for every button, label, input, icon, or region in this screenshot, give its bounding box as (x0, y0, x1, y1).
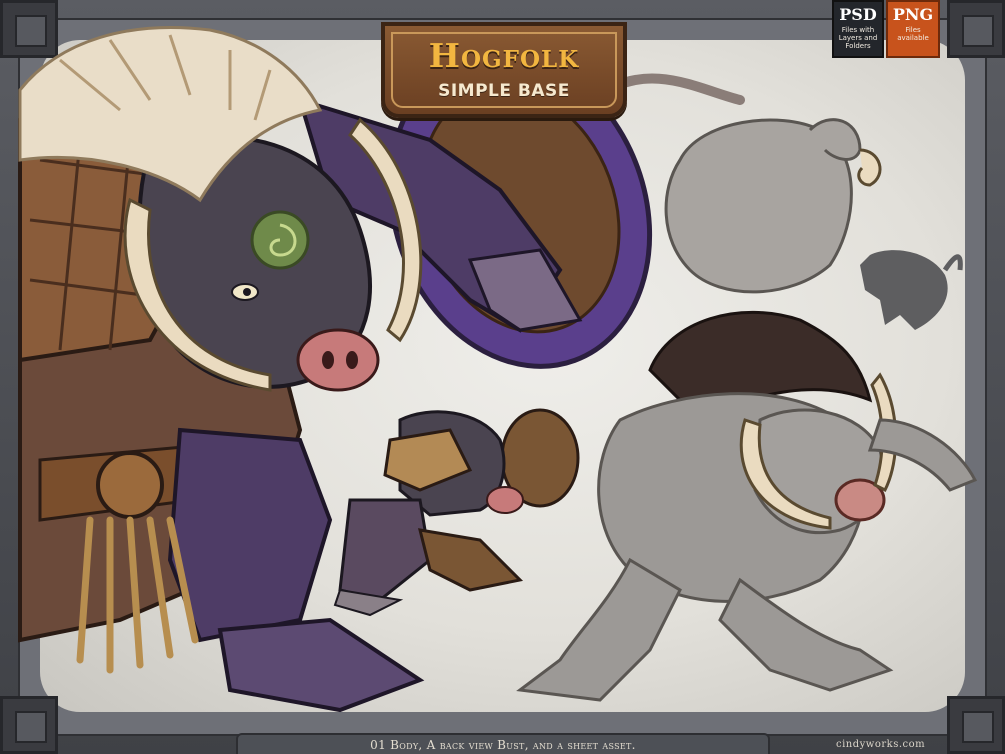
base-leg-left (516, 557, 682, 702)
belt-buckle (96, 451, 164, 519)
back-view-tusk (857, 148, 882, 187)
page-title: Hogfolk (428, 36, 580, 75)
png-badge: PNG Files available (886, 0, 940, 58)
title-plaque: Hogfolk SIMPLE BASE (381, 22, 627, 118)
hoof-foot (217, 617, 425, 713)
watermark-text: cindyworks.com (836, 739, 926, 750)
hogfolk-silhouette (860, 250, 963, 330)
hogfolk-back-view-bust (664, 118, 882, 294)
psd-badge-description: Files with Layers and Folders (838, 26, 878, 50)
caption-text: 01 Body, A back view Bust, and a sheet a… (370, 738, 636, 752)
hogfolk-sheet-asset-small (333, 408, 580, 617)
psd-badge: PSD Files with Layers and Folders (832, 0, 884, 58)
leg (167, 427, 333, 643)
psd-badge-label: PSD (839, 5, 877, 24)
png-badge-description: Files available (897, 26, 929, 42)
base-leg-right (718, 577, 894, 692)
png-badge-label: PNG (892, 5, 934, 24)
page-subtitle: SIMPLE BASE (438, 81, 570, 101)
snout (296, 328, 380, 392)
hogfolk-base-body (516, 310, 978, 702)
asset-preview-sheet: Hogfolk SIMPLE BASE PSD Files with Layer… (0, 0, 1005, 754)
caption-bar: 01 Body, A back view Bust, and a sheet a… (236, 733, 770, 754)
